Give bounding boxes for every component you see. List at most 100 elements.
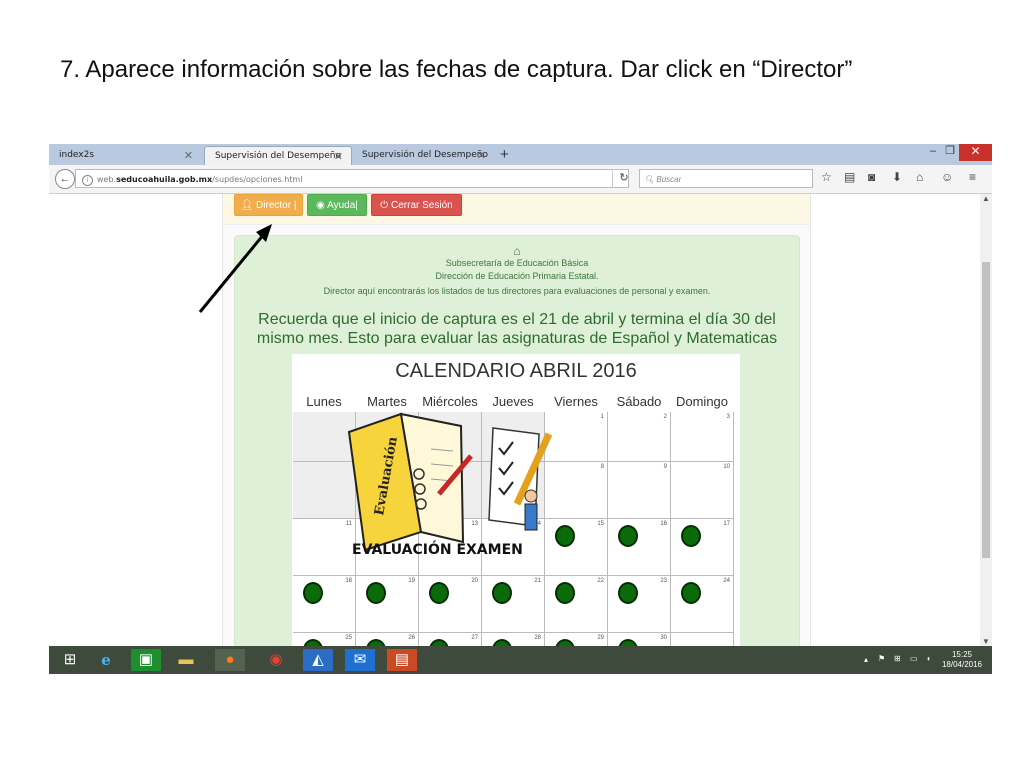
button-bar: 👤︎ Director | ◉ Ayuda| ⏻ Cerrar Sesión bbox=[223, 194, 810, 225]
ayuda-button[interactable]: ◉ Ayuda| bbox=[307, 194, 367, 216]
pocket-icon[interactable]: ◙ bbox=[868, 170, 875, 184]
calendar-day-cell: 2 bbox=[608, 412, 671, 462]
calendar-day-number: 1 bbox=[600, 414, 604, 420]
calendar-day-number: 2 bbox=[663, 414, 667, 420]
calendar-day-number: 19 bbox=[408, 578, 415, 584]
calendar-day-cell: 10 bbox=[671, 462, 734, 519]
capture-day-marker bbox=[618, 525, 638, 547]
calendar-day-cell: 30 bbox=[608, 633, 671, 646]
maximize-button[interactable]: ❐ bbox=[942, 144, 958, 161]
close-tab-icon[interactable]: ✕ bbox=[334, 147, 343, 166]
volume-icon[interactable]: ◖ bbox=[926, 654, 931, 663]
url-prefix: web. bbox=[97, 175, 117, 184]
capture-day-marker bbox=[681, 582, 701, 604]
ayuda-button-label: Ayuda| bbox=[327, 200, 358, 211]
clock-time: 15:25 bbox=[951, 650, 972, 659]
reload-icon[interactable]: ↻ bbox=[612, 169, 635, 188]
minimize-button[interactable]: – bbox=[925, 144, 941, 161]
page-content: 👤︎ Director | ◉ Ayuda| ⏻ Cerrar Sesión ⌂… bbox=[49, 194, 980, 646]
chat-icon[interactable]: ☺ bbox=[941, 170, 953, 184]
capture-day-marker bbox=[492, 582, 512, 604]
calendar-day-cell: 28 bbox=[482, 633, 545, 646]
tab-supervision-2[interactable]: Supervisión del Desempeño D...✕ bbox=[352, 146, 494, 179]
windows-start-icon[interactable]: ⊞ bbox=[55, 649, 85, 671]
url-path: /supdes/opciones.html bbox=[212, 175, 303, 184]
new-tab-button[interactable]: + bbox=[500, 146, 509, 163]
calendar-day-cell: 23 bbox=[608, 576, 671, 633]
help-globe-icon: ◉ bbox=[316, 200, 328, 211]
menu-icon[interactable]: ≡ bbox=[969, 170, 976, 184]
page-body: 👤︎ Director | ◉ Ayuda| ⏻ Cerrar Sesión ⌂… bbox=[222, 194, 811, 646]
reading-list-icon[interactable]: ▤ bbox=[844, 170, 855, 184]
calendar-image: CALENDARIO ABRIL 2016 Lunes Martes Miérc… bbox=[292, 354, 740, 646]
calendar-day-cell: 27 bbox=[419, 633, 482, 646]
capture-day-marker bbox=[555, 525, 575, 547]
calendar-day-cell: 18 bbox=[293, 576, 356, 633]
mail-icon[interactable]: ✉ bbox=[345, 649, 375, 671]
search-input[interactable]: 🔍︎ Buscar bbox=[639, 169, 813, 188]
app-icon[interactable]: ◭ bbox=[303, 649, 333, 671]
calendar-day-number: 27 bbox=[471, 635, 478, 641]
calendar-day-number: 16 bbox=[660, 521, 667, 527]
cerrar-sesion-label: Cerrar Sesión bbox=[391, 200, 453, 211]
bookmark-star-icon[interactable]: ☆ bbox=[821, 170, 832, 184]
file-explorer-icon[interactable]: ▬ bbox=[171, 649, 201, 671]
calendar-day-cell: 19 bbox=[356, 576, 419, 633]
calendar-title: CALENDARIO ABRIL 2016 bbox=[395, 360, 637, 382]
panel-line-director: Director aquí encontrarás los listados d… bbox=[323, 286, 711, 296]
close-tab-icon[interactable]: ✕ bbox=[184, 146, 193, 165]
calendar-day-number: 23 bbox=[660, 578, 667, 584]
director-button[interactable]: 👤︎ Director | bbox=[234, 194, 303, 216]
windows-taskbar: ⊞ e ▣ ▬ ● ◉ ◭ ✉ ▤ ▴ ⚑ ⊞ ▭ ◖ 15:25 18/04/… bbox=[49, 646, 992, 674]
tray-chevron-icon[interactable]: ▴ bbox=[864, 655, 868, 664]
info-icon[interactable]: i bbox=[82, 175, 93, 186]
windows-icon[interactable]: ⊞ bbox=[894, 654, 901, 663]
power-icon: ⏻ bbox=[380, 200, 391, 211]
calendar-day-cell: 17 bbox=[671, 519, 734, 576]
scroll-down-icon[interactable]: ▼ bbox=[980, 637, 992, 646]
calendar-day-number: 17 bbox=[723, 521, 730, 527]
evaluation-caption: EVALUACIÓN EXAMEN bbox=[352, 542, 523, 558]
home-icon[interactable]: ⌂ bbox=[916, 170, 923, 184]
scroll-thumb[interactable] bbox=[982, 262, 990, 558]
calendar-day-number: 26 bbox=[408, 635, 415, 641]
home-icon[interactable]: ⌂ bbox=[235, 244, 799, 258]
download-icon[interactable]: ⬇ bbox=[892, 170, 902, 184]
calendar-day-cell: 24 bbox=[671, 576, 734, 633]
capture-day-marker bbox=[429, 582, 449, 604]
close-window-button[interactable]: ✕ bbox=[959, 144, 992, 161]
internet-explorer-icon[interactable]: e bbox=[91, 649, 121, 671]
clock[interactable]: 15:25 18/04/2016 bbox=[942, 650, 982, 670]
cerrar-sesion-button[interactable]: ⏻ Cerrar Sesión bbox=[371, 194, 462, 216]
calendar-day-cell: 21 bbox=[482, 576, 545, 633]
url-bar[interactable]: i web.seducoahuila.gob.mx/supdes/opciones… bbox=[75, 169, 629, 188]
flag-icon[interactable]: ⚑ bbox=[878, 654, 885, 663]
firefox-icon[interactable]: ● bbox=[215, 649, 245, 671]
calendar-day-number: 21 bbox=[534, 578, 541, 584]
navigation-bar: ← i web.seducoahuila.gob.mx/supdes/opcion… bbox=[49, 165, 992, 194]
calendar-day-cell: 15 bbox=[545, 519, 608, 576]
calendar-day-number: 25 bbox=[345, 635, 352, 641]
calendar-day-cell bbox=[671, 633, 734, 646]
network-icon[interactable]: ▭ bbox=[910, 654, 918, 663]
tab-supervision-active[interactable]: Supervisión del Desempeño D...✕ bbox=[204, 146, 352, 180]
day-header: Sábado bbox=[616, 394, 662, 409]
slide-title: 7. Aparece información sobre las fechas … bbox=[60, 56, 853, 83]
chrome-icon[interactable]: ◉ bbox=[261, 649, 291, 671]
back-arrow-icon[interactable]: ← bbox=[55, 169, 75, 189]
calendar-day-cell: 25 bbox=[293, 633, 356, 646]
capture-day-marker bbox=[492, 639, 512, 646]
scroll-up-icon[interactable]: ▲ bbox=[980, 194, 992, 203]
calendar-day-cell: 8 bbox=[545, 462, 608, 519]
system-tray: ▴ ⚑ ⊞ ▭ ◖ 15:25 18/04/2016 bbox=[802, 649, 982, 671]
tab-index2s[interactable]: index2s ✕ bbox=[49, 146, 201, 165]
capture-day-marker bbox=[618, 582, 638, 604]
vertical-scrollbar[interactable]: ▲ ▼ bbox=[980, 194, 992, 646]
powerpoint-icon[interactable]: ▤ bbox=[387, 649, 417, 671]
close-tab-icon[interactable]: ✕ bbox=[477, 146, 486, 165]
capture-day-marker bbox=[681, 525, 701, 547]
capture-day-marker bbox=[366, 639, 386, 646]
calendar-day-cell: 16 bbox=[608, 519, 671, 576]
panel-line-subsecretaria: Subsecretaría de Educación Básica bbox=[445, 258, 589, 268]
store-icon[interactable]: ▣ bbox=[131, 649, 161, 671]
